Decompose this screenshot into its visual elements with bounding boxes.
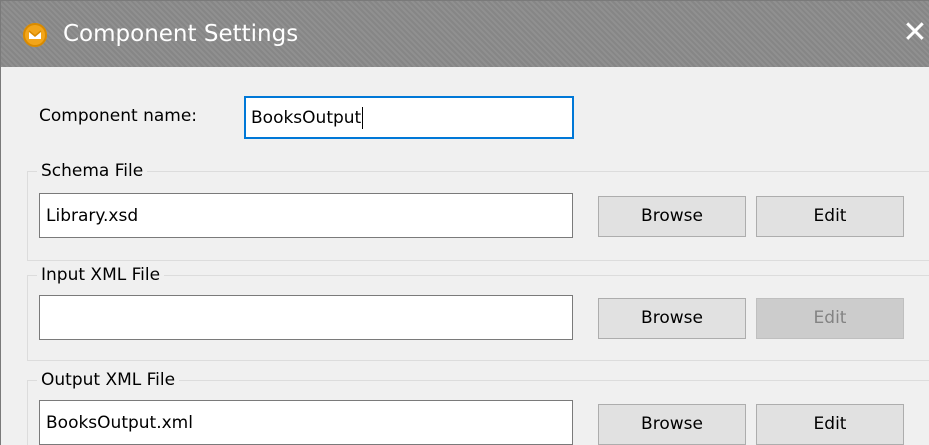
output-xml-file-input[interactable]: BooksOutput.xml xyxy=(39,400,573,445)
mapforce-app-icon xyxy=(23,23,47,47)
schema-file-group-label: Schema File xyxy=(37,160,148,182)
dialog-title: Component Settings xyxy=(63,21,299,47)
output-xml-file-value: BooksOutput.xml xyxy=(46,412,193,433)
component-settings-dialog: Component Settings ✕ Component name: Boo… xyxy=(0,0,929,445)
text-caret xyxy=(362,106,364,129)
schema-file-input[interactable]: Library.xsd xyxy=(39,193,573,238)
schema-file-value: Library.xsd xyxy=(46,205,139,226)
input-browse-button[interactable]: Browse xyxy=(598,298,746,339)
output-browse-button[interactable]: Browse xyxy=(598,404,746,445)
component-name-input[interactable]: BooksOutput xyxy=(244,96,574,139)
output-xml-file-group-label: Output XML File xyxy=(37,369,180,391)
schema-edit-button[interactable]: Edit xyxy=(756,196,904,237)
input-xml-file-input[interactable] xyxy=(39,295,573,340)
input-xml-file-group-label: Input XML File xyxy=(37,264,165,286)
output-edit-button[interactable]: Edit xyxy=(756,404,904,445)
component-name-value: BooksOutput xyxy=(251,107,362,128)
schema-browse-button[interactable]: Browse xyxy=(598,196,746,237)
close-icon[interactable]: ✕ xyxy=(900,13,929,53)
title-bar[interactable]: Component Settings ✕ xyxy=(1,1,929,67)
component-name-label: Component name: xyxy=(39,106,198,126)
input-edit-button: Edit xyxy=(756,298,904,339)
